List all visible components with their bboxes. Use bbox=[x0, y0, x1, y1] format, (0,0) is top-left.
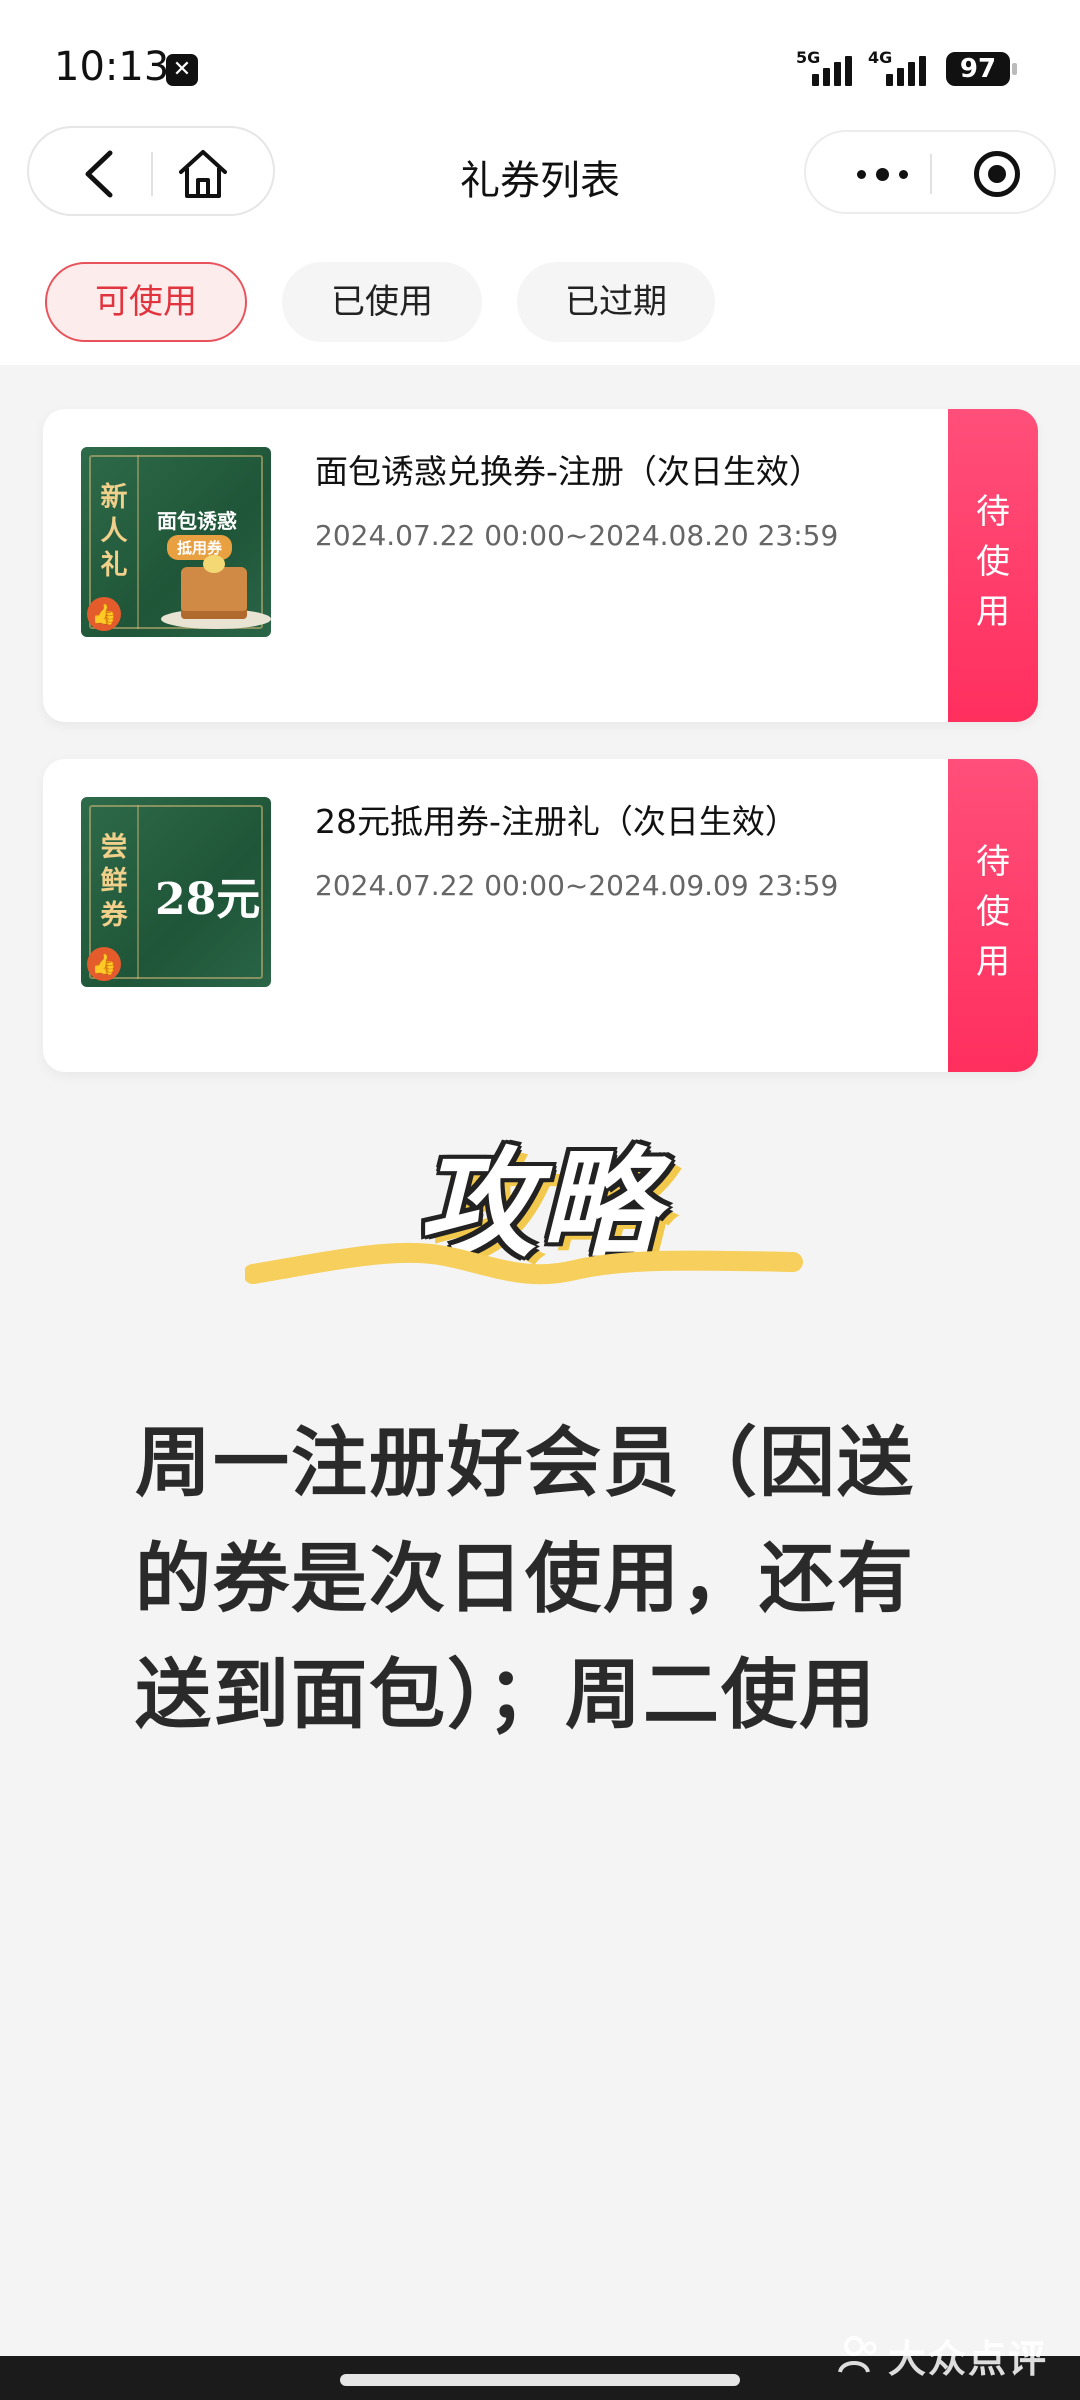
dianping-logo-icon bbox=[838, 2336, 877, 2373]
capsule-divider-right bbox=[930, 154, 932, 194]
coupon-name: 28元抵用券-注册礼（次日生效） bbox=[315, 802, 798, 841]
battery-icon: 97 bbox=[946, 52, 1010, 86]
thumbs-up-icon: 👍 bbox=[87, 947, 121, 981]
coupon-tabs: 可使用 已使用 已过期 bbox=[0, 240, 1080, 365]
coupon-status-stub[interactable]: 待 使 用 bbox=[942, 759, 1038, 1072]
tab-expired[interactable]: 已过期 bbox=[517, 262, 715, 342]
thumbs-up-icon: 👍 bbox=[87, 597, 121, 631]
coupon-image-bread: 新 人 礼 面包诱惑 抵用券 👍 bbox=[81, 447, 271, 637]
home-button[interactable] bbox=[175, 148, 231, 200]
capcut-icon: ✕ bbox=[166, 54, 198, 86]
coupon-name: 面包诱惑兑换券-注册（次日生效） bbox=[315, 452, 822, 491]
coupon-card[interactable]: 新 人 礼 面包诱惑 抵用券 👍 面包诱惑兑换券-注册（次日生效） 2024.0… bbox=[43, 409, 1038, 722]
more-button[interactable] bbox=[842, 156, 922, 192]
home-icon bbox=[179, 150, 227, 198]
nav-capsule-right bbox=[804, 130, 1056, 214]
coupon-validity: 2024.07.22 00:00~2024.09.09 23:59 bbox=[315, 869, 839, 902]
coupon-image-vertical-text: 尝 鲜 券 bbox=[100, 832, 128, 931]
nav-capsule-left bbox=[27, 126, 275, 216]
coupon-image-vertical-text: 新 人 礼 bbox=[100, 482, 128, 581]
coupon-image-subtitle: 抵用券 bbox=[167, 535, 233, 560]
coupon-validity: 2024.07.22 00:00~2024.08.20 23:59 bbox=[315, 519, 839, 552]
coupon-card[interactable]: 尝 鲜 券 28元 👍 28元抵用券-注册礼（次日生效） 2024.07.22 … bbox=[43, 759, 1038, 1072]
status-time: 10:13 bbox=[54, 44, 170, 90]
close-miniprogram-icon[interactable] bbox=[974, 151, 1020, 197]
back-button[interactable] bbox=[71, 148, 127, 200]
bread-icon bbox=[181, 555, 247, 619]
highlight-underline bbox=[245, 1242, 803, 1285]
strategy-text: 周一注册好会员（因送的券是次日使用，还有送到面包）；周二使用 bbox=[135, 1418, 915, 1739]
watermark: 大众点评 bbox=[888, 2337, 1049, 2381]
tab-available[interactable]: 可使用 bbox=[45, 262, 247, 342]
home-indicator[interactable] bbox=[340, 2374, 740, 2386]
coupon-status-stub[interactable]: 待 使 用 bbox=[942, 409, 1038, 722]
coupon-image-28yuan: 尝 鲜 券 28元 👍 bbox=[81, 797, 271, 987]
coupon-image-title: 面包诱惑 bbox=[157, 509, 237, 533]
coupon-status-label: 待 使 用 bbox=[976, 492, 1010, 632]
tab-used[interactable]: 已使用 bbox=[282, 262, 482, 342]
signal-5g-icon: 5G bbox=[796, 48, 860, 86]
nav-bar: 礼券列表 bbox=[0, 120, 1080, 240]
chevron-left-icon bbox=[85, 150, 113, 198]
battery-tip bbox=[1012, 63, 1017, 75]
capsule-divider bbox=[151, 152, 153, 196]
more-dots-icon bbox=[856, 169, 866, 179]
signal-4g-icon: 4G bbox=[868, 48, 934, 86]
coupon-image-title: 28元 bbox=[155, 874, 261, 925]
coupon-status-label: 待 使 用 bbox=[976, 842, 1010, 982]
status-bar: 10:13 ✕ 5G 4G 97 bbox=[0, 0, 1080, 130]
